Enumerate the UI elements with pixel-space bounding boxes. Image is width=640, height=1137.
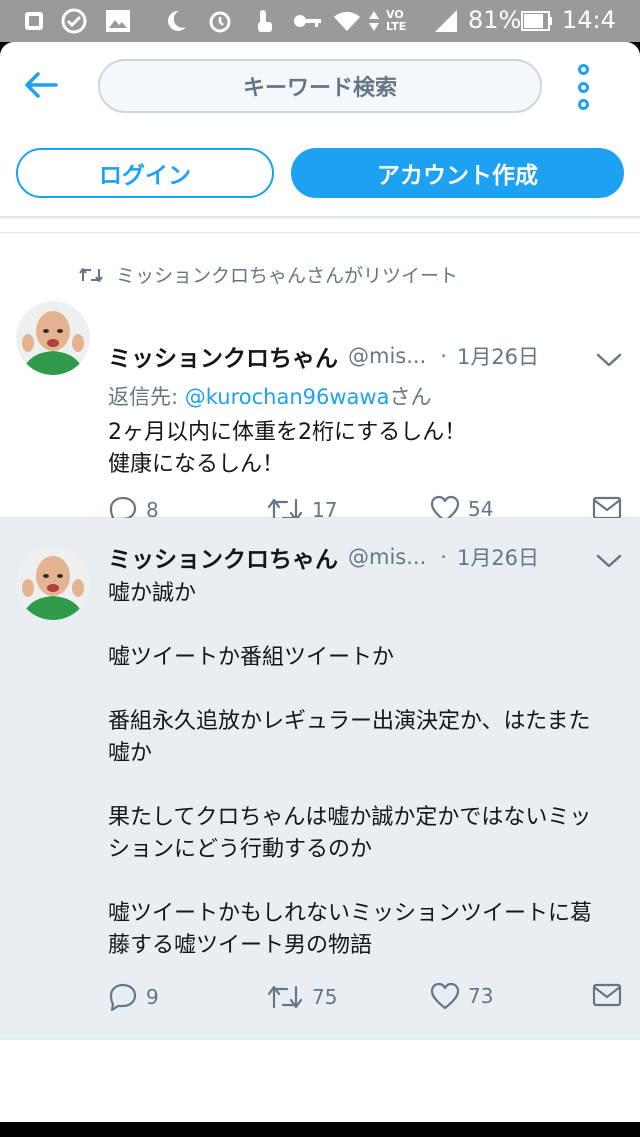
bottom-edge (0, 1122, 640, 1137)
retweet-note-text: ミッションクロちゃんさんがリツイート (116, 265, 459, 287)
separator-dot: · (440, 545, 447, 569)
display-name[interactable]: ミッションクロちゃん (108, 339, 338, 373)
reply-icon (109, 983, 137, 1012)
retweet-icon (79, 267, 103, 282)
wifi-icon (332, 8, 362, 34)
touch-icon (252, 8, 278, 34)
dm-icon (592, 983, 622, 1007)
header-divider (0, 216, 640, 220)
handle[interactable]: @mis... (348, 344, 426, 368)
reply-prefix: 返信先: (108, 385, 185, 409)
tweet-actions: 9 75 73 (0, 982, 640, 1016)
more-vert-icon[interactable] (566, 64, 600, 110)
twitter-mobile-app: キーワード検索 ログイン アカウント作成 ミッションクロちゃんさんがリツイート (0, 42, 640, 1122)
separator-dot: · (440, 344, 447, 368)
search-input[interactable]: キーワード検索 (98, 59, 542, 113)
status-bar: VO LTE 81% 14:4 (0, 0, 640, 42)
avatar[interactable] (16, 546, 90, 620)
like-count: 73 (468, 984, 494, 1008)
tweet-header: ミッションクロちゃん @mis... · 1月26日 (108, 339, 539, 373)
handle[interactable]: @mis... (348, 545, 426, 569)
retweet-note: ミッションクロちゃんさんがリツイート (78, 261, 458, 288)
reply-handle-link[interactable]: @kurochan96wawa (185, 385, 390, 409)
battery-icon (520, 8, 554, 34)
reply-to: 返信先: @kurochan96wawaさん (108, 381, 431, 411)
reply-count: 9 (146, 985, 159, 1009)
display-name[interactable]: ミッションクロちゃん (108, 540, 338, 574)
notification-icon (22, 8, 46, 34)
tweet-header: ミッションクロちゃん @mis... · 1月26日 (108, 540, 539, 574)
retweet-count: 75 (312, 985, 338, 1009)
tweet-text: 2ヶ月以内に体重を2桁にするしん！ 健康になるしん！ (108, 420, 467, 477)
tweet-date[interactable]: 1月26日 (457, 542, 539, 572)
battery-percent: 81% (468, 6, 522, 34)
dm-button[interactable] (592, 982, 622, 1008)
retweet-button[interactable]: 75 (266, 982, 337, 1012)
top-bar: キーワード検索 (0, 42, 640, 132)
retweet-icon (267, 985, 303, 1009)
key-icon (292, 8, 324, 34)
caret-down-icon[interactable] (594, 349, 624, 371)
tweet-date[interactable]: 1月26日 (457, 341, 539, 371)
caret-down-icon[interactable] (594, 550, 624, 572)
reply-button[interactable]: 9 (108, 982, 159, 1012)
like-icon (430, 982, 460, 1010)
like-button[interactable]: 73 (430, 982, 493, 1010)
image-icon (104, 8, 132, 34)
tweet[interactable]: ミッションクロちゃんさんがリツイート ミッションクロちゃん @mis... · … (0, 232, 640, 525)
clock: 14:4 (562, 6, 616, 34)
avatar[interactable] (16, 301, 90, 375)
signup-button[interactable]: アカウント作成 (291, 148, 624, 198)
moon-icon (162, 8, 190, 34)
back-button[interactable] (22, 66, 60, 104)
alarm-icon (206, 8, 234, 34)
data-arrows-icon (366, 8, 382, 34)
tweet[interactable]: ミッションクロちゃん @mis... · 1月26日 嘘か誠か 嘘ツイートか番組… (0, 518, 640, 1040)
back-arrow-icon (25, 72, 58, 98)
signal-icon (432, 8, 460, 34)
volte-label: VO LTE (386, 8, 407, 33)
check-circle-icon (60, 8, 88, 34)
login-button[interactable]: ログイン (16, 148, 274, 198)
reply-suffix: さん (389, 385, 432, 409)
tweet-text: 嘘か誠か 嘘ツイートか番組ツイートか 番組永久追放かレギュラー出演決定か、はたま… (108, 581, 593, 958)
auth-buttons: ログイン アカウント作成 (0, 148, 640, 198)
